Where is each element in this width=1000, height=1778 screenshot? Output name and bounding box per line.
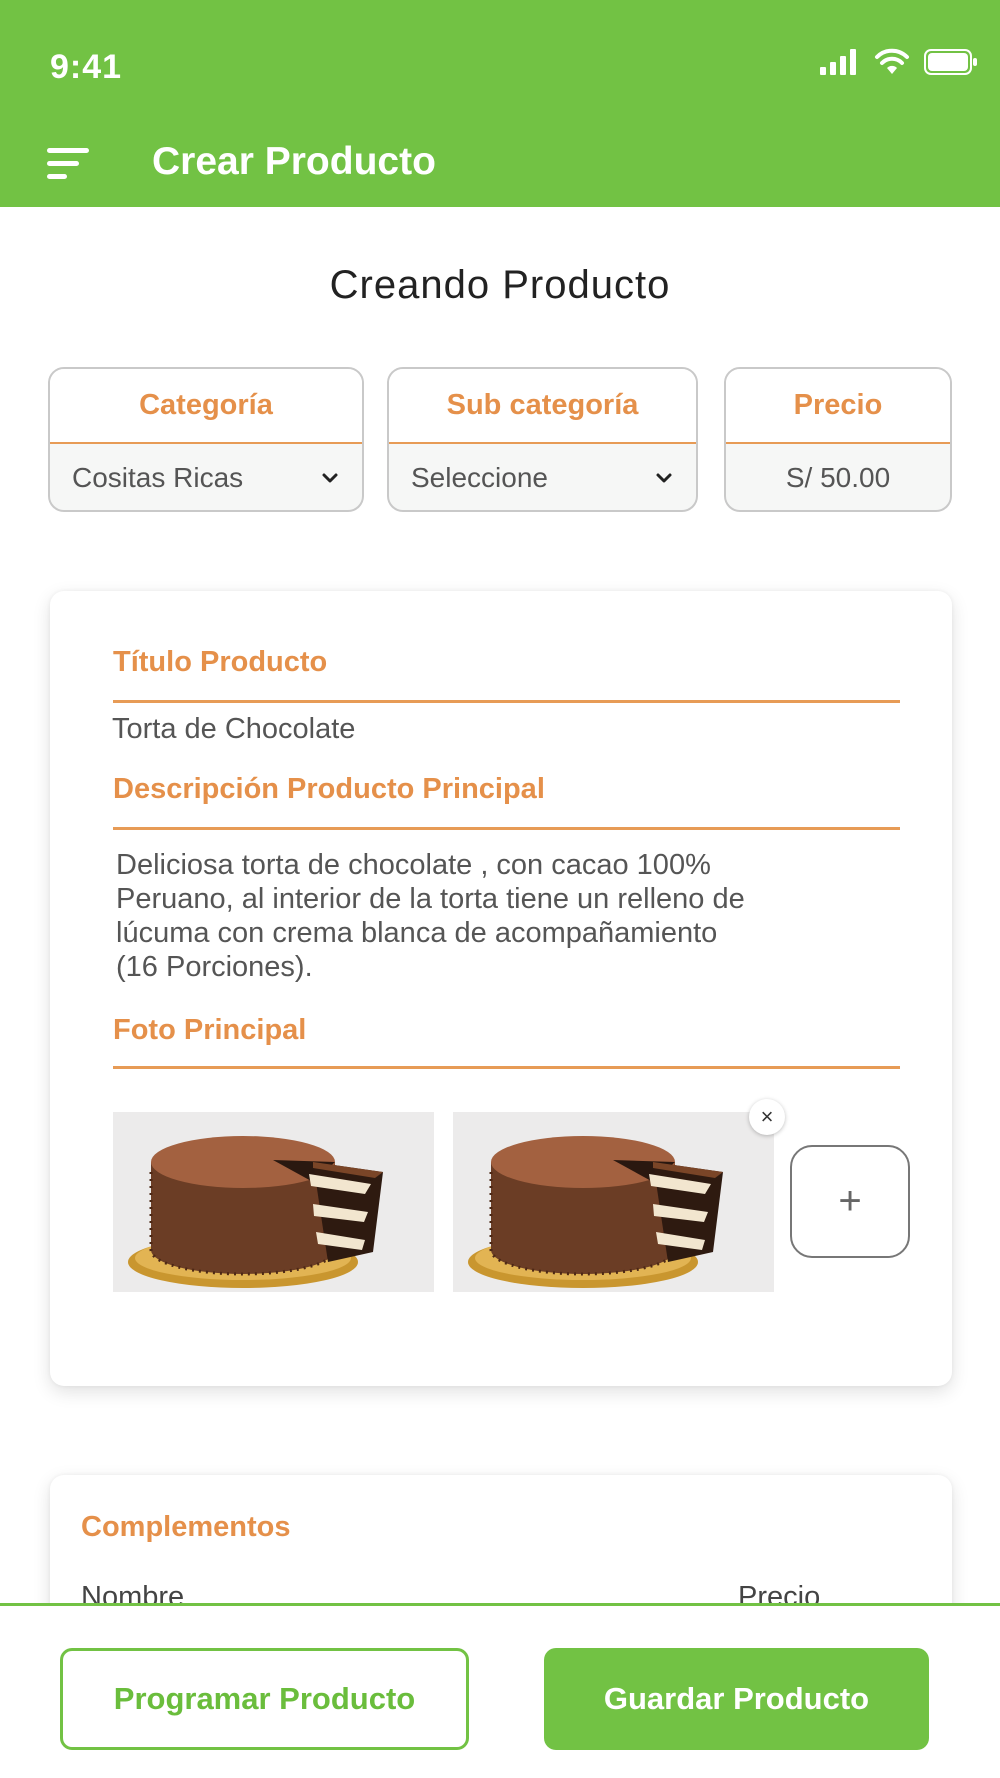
description-line: (16 Porciones). [116,951,313,983]
status-icons [820,48,978,76]
product-card: Título Producto Torta de Chocolate Descr… [50,591,952,1386]
status-time: 9:41 [50,48,123,86]
subcategory-value: Seleccione [411,462,548,493]
divider [113,827,900,830]
price-value[interactable]: S/ 50.00 [726,444,950,510]
signal-icon [820,49,856,75]
remove-photo-button[interactable]: × [749,1099,785,1135]
product-title-input[interactable]: Torta de Chocolate [112,713,355,746]
chevron-down-icon [656,473,672,483]
description-line: Deliciosa torta de chocolate , con cacao… [116,849,711,881]
price-field[interactable]: Precio S/ 50.00 [724,367,952,512]
category-value: Cositas Ricas [72,462,244,493]
description-line: Peruano, al interior de la torta tiene u… [116,883,745,915]
wifi-icon [875,48,909,74]
cake-image [113,1112,434,1292]
description-input[interactable]: Deliciosa torta de chocolate , con cacao… [116,848,836,984]
add-photo-button[interactable]: + [790,1145,910,1258]
price-label: Precio [726,369,950,444]
category-select[interactable]: Categoría Cositas Ricas [48,367,364,512]
photo-label: Foto Principal [113,1014,307,1046]
category-value-row[interactable]: Cositas Ricas [50,444,362,510]
divider [113,700,900,703]
app-title: Crear Producto [152,140,436,183]
page-heading: Creando Producto [329,263,671,307]
subcategory-select[interactable]: Sub categoría Seleccione [387,367,698,512]
category-label: Categoría [50,369,362,444]
chevron-down-icon [322,473,338,483]
save-product-button[interactable]: Guardar Producto [544,1648,929,1750]
schedule-product-button[interactable]: Programar Producto [60,1648,469,1750]
subcategory-value-row[interactable]: Seleccione [389,444,696,510]
menu-icon[interactable] [47,148,91,180]
divider [113,1066,900,1069]
product-photo[interactable] [113,1112,434,1292]
complements-title: Complementos [81,1511,291,1543]
product-title-label: Título Producto [113,646,328,678]
subcategory-label: Sub categoría [389,369,696,444]
description-label: Descripción Producto Principal [113,773,545,805]
cake-image [453,1112,774,1292]
product-photo[interactable] [453,1112,774,1292]
bottom-action-bar: Programar Producto Guardar Producto [0,1603,1000,1778]
battery-icon [924,49,977,75]
app-bar: 9:41 Crear Producto [0,0,1000,207]
description-line: lúcuma con crema blanca de acompañamient… [116,917,718,949]
